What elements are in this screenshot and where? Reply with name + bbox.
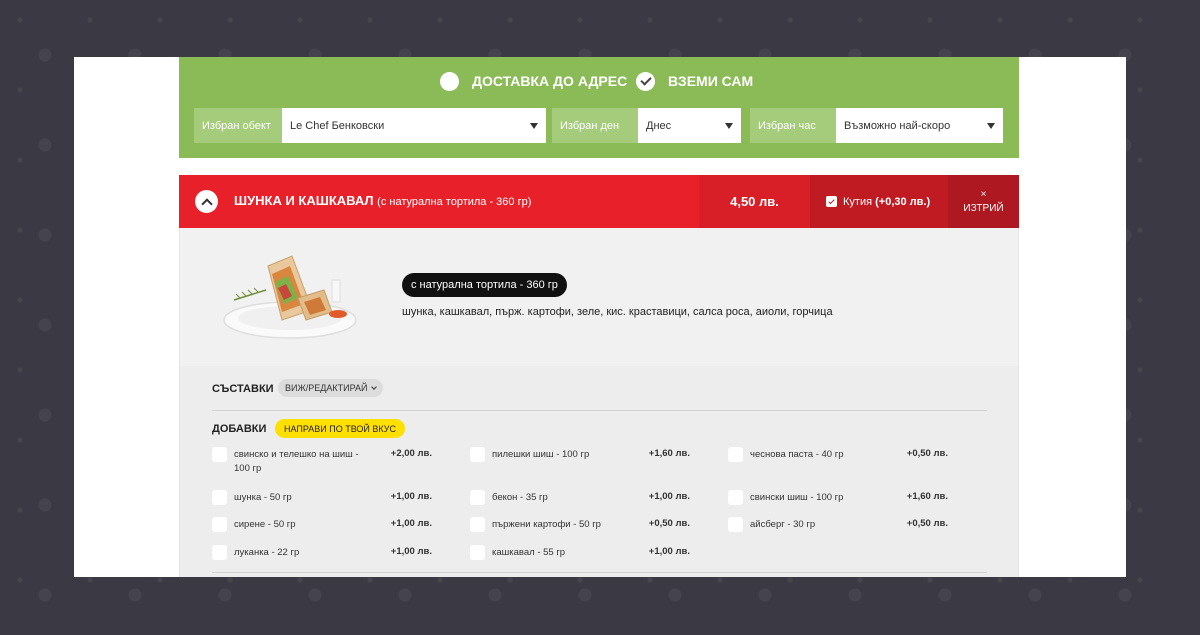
collapse-button[interactable]	[195, 190, 218, 213]
product-name: ШУНКА И КАШКАВАЛ	[234, 193, 374, 208]
addon-name: кашкавал - 55 гр	[492, 547, 566, 558]
addon-name: шунка - 50 гр	[234, 492, 292, 503]
addon-checkbox[interactable]	[212, 490, 227, 505]
addon-name: луканка - 22 гр	[234, 547, 300, 558]
dropdown-arrow-icon	[725, 123, 733, 129]
addon-price: +0,50 лв.	[906, 448, 948, 459]
addon-price: +1,00 лв.	[390, 518, 432, 529]
checkmark-icon	[828, 197, 835, 204]
delivery-option-pickup[interactable]: ВЗЕМИ САМ	[636, 70, 753, 92]
addon-price: +0,50 лв.	[648, 518, 690, 529]
selector-label: Избран ден	[552, 108, 638, 143]
day-selector[interactable]: Избран ден Днес	[552, 108, 741, 143]
delete-button[interactable]: × ИЗТРИЙ	[948, 175, 1019, 228]
addon-name: свински шиш - 100 гр	[750, 492, 844, 503]
product-header: ШУНКА И КАШКАВАЛ (с натурална тортила - …	[179, 175, 1019, 228]
customize-tag: НАПРАВИ ПО ТВОЙ ВКУС	[275, 419, 405, 438]
product-subtitle: (с натурална тортила - 360 гр)	[377, 196, 532, 208]
addon-checkbox[interactable]	[212, 545, 227, 560]
addon-price: +1,00 лв.	[390, 546, 432, 557]
addon-name: бекон - 35 гр	[492, 492, 548, 503]
addon-checkbox[interactable]	[470, 517, 485, 532]
delivery-section: ДОСТАВКА ДО АДРЕС ВЗЕМИ САМ Избран обект…	[179, 57, 1019, 158]
ingredients-title: СЪСТАВКИ	[212, 383, 274, 395]
addon-name: сирене - 50 гр	[234, 519, 296, 530]
selector-value: Днес	[646, 119, 672, 132]
addon-name: пилешки шиш - 100 гр	[492, 449, 590, 460]
addons-title: ДОБАВКИ	[212, 423, 267, 435]
product-detail: с натурална тортила - 360 гр шунка, кашк…	[179, 228, 1019, 366]
dropdown-arrow-icon	[530, 123, 538, 129]
selector-label: Избран обект	[194, 108, 282, 143]
addon-price: +1,00 лв.	[648, 491, 690, 502]
delivery-option-label: ВЗЕМИ САМ	[668, 73, 754, 89]
addon-name: пържени картофи - 50 гр	[492, 519, 601, 530]
checkmark-icon	[639, 73, 652, 86]
time-selector[interactable]: Избран час Възможно най-скоро	[750, 108, 1003, 143]
product-title: ШУНКА И КАШКАВАЛ (с натурална тортила - …	[234, 193, 531, 208]
addon-checkbox[interactable]	[470, 490, 485, 505]
addon-name: свинско и телешко на шиш - 100 гр	[234, 449, 359, 474]
chevron-up-icon	[200, 197, 213, 210]
addon-checkbox[interactable]	[728, 517, 743, 532]
chevron-down-icon	[371, 384, 378, 390]
divider	[212, 410, 987, 411]
delivery-option-address[interactable]: ДОСТАВКА ДО АДРЕС	[440, 70, 627, 92]
view-edit-button[interactable]: ВИЖ/РЕДАКТИРАЙ	[278, 379, 384, 397]
product-price: 4,50 лв.	[699, 175, 810, 228]
addon-price: +2,00 лв.	[390, 448, 432, 459]
dropdown-arrow-icon	[987, 123, 995, 129]
radio-checked-icon[interactable]	[636, 71, 655, 91]
product-image	[223, 255, 357, 339]
selector-label: Избран час	[750, 108, 836, 143]
selector-value: Le Chef Бенковски	[290, 119, 385, 132]
addon-checkbox[interactable]	[470, 545, 485, 560]
addon-checkbox[interactable]	[728, 490, 743, 505]
ingredients-section: СЪСТАВКИ ВИЖ/РЕДАКТИРАЙ ДОБАВКИ НАПРАВИ …	[179, 366, 1019, 577]
addon-price: +1,00 лв.	[648, 546, 690, 557]
close-icon: ×	[980, 188, 987, 200]
day-select[interactable]: Днес	[638, 108, 741, 143]
addon-price: +1,60 лв.	[906, 491, 948, 502]
box-option[interactable]: Кутия (+0,30 лв.)	[810, 175, 948, 228]
box-label: Кутия	[843, 195, 873, 208]
delivery-option-label: ДОСТАВКА ДО АДРЕС	[472, 73, 628, 89]
box-checkbox[interactable]	[826, 196, 837, 207]
addon-checkbox[interactable]	[212, 447, 227, 462]
addon-checkbox[interactable]	[470, 447, 485, 462]
addon-checkbox[interactable]	[212, 517, 227, 532]
addon-name: айсберг - 30 гр	[750, 519, 816, 530]
time-select[interactable]: Възможно най-скоро	[836, 108, 1003, 143]
delete-label: ИЗТРИЙ	[963, 202, 1004, 214]
selector-value: Възможно най-скоро	[844, 119, 951, 132]
view-edit-label: ВИЖ/РЕДАКТИРАЙ	[285, 383, 368, 393]
radio-unchecked-icon[interactable]	[440, 71, 459, 91]
divider	[212, 572, 987, 573]
location-selector[interactable]: Избран обект Le Chef Бенковски	[194, 108, 546, 143]
product-description: шунка, кашкавал, пърж. картофи, зеле, ки…	[402, 306, 833, 318]
location-select[interactable]: Le Chef Бенковски	[282, 108, 546, 143]
addon-checkbox[interactable]	[728, 447, 743, 462]
addon-price: +1,60 лв.	[648, 448, 690, 459]
addon-name: чеснова паста - 40 гр	[750, 449, 844, 460]
addon-price: +0,50 лв.	[906, 518, 948, 529]
order-panel: ДОСТАВКА ДО АДРЕС ВЗЕМИ САМ Избран обект…	[74, 57, 1126, 577]
weight-badge: с натурална тортила - 360 гр	[402, 273, 567, 297]
box-price: (+0,30 лв.)	[875, 195, 931, 208]
addon-price: +1,00 лв.	[390, 491, 432, 502]
